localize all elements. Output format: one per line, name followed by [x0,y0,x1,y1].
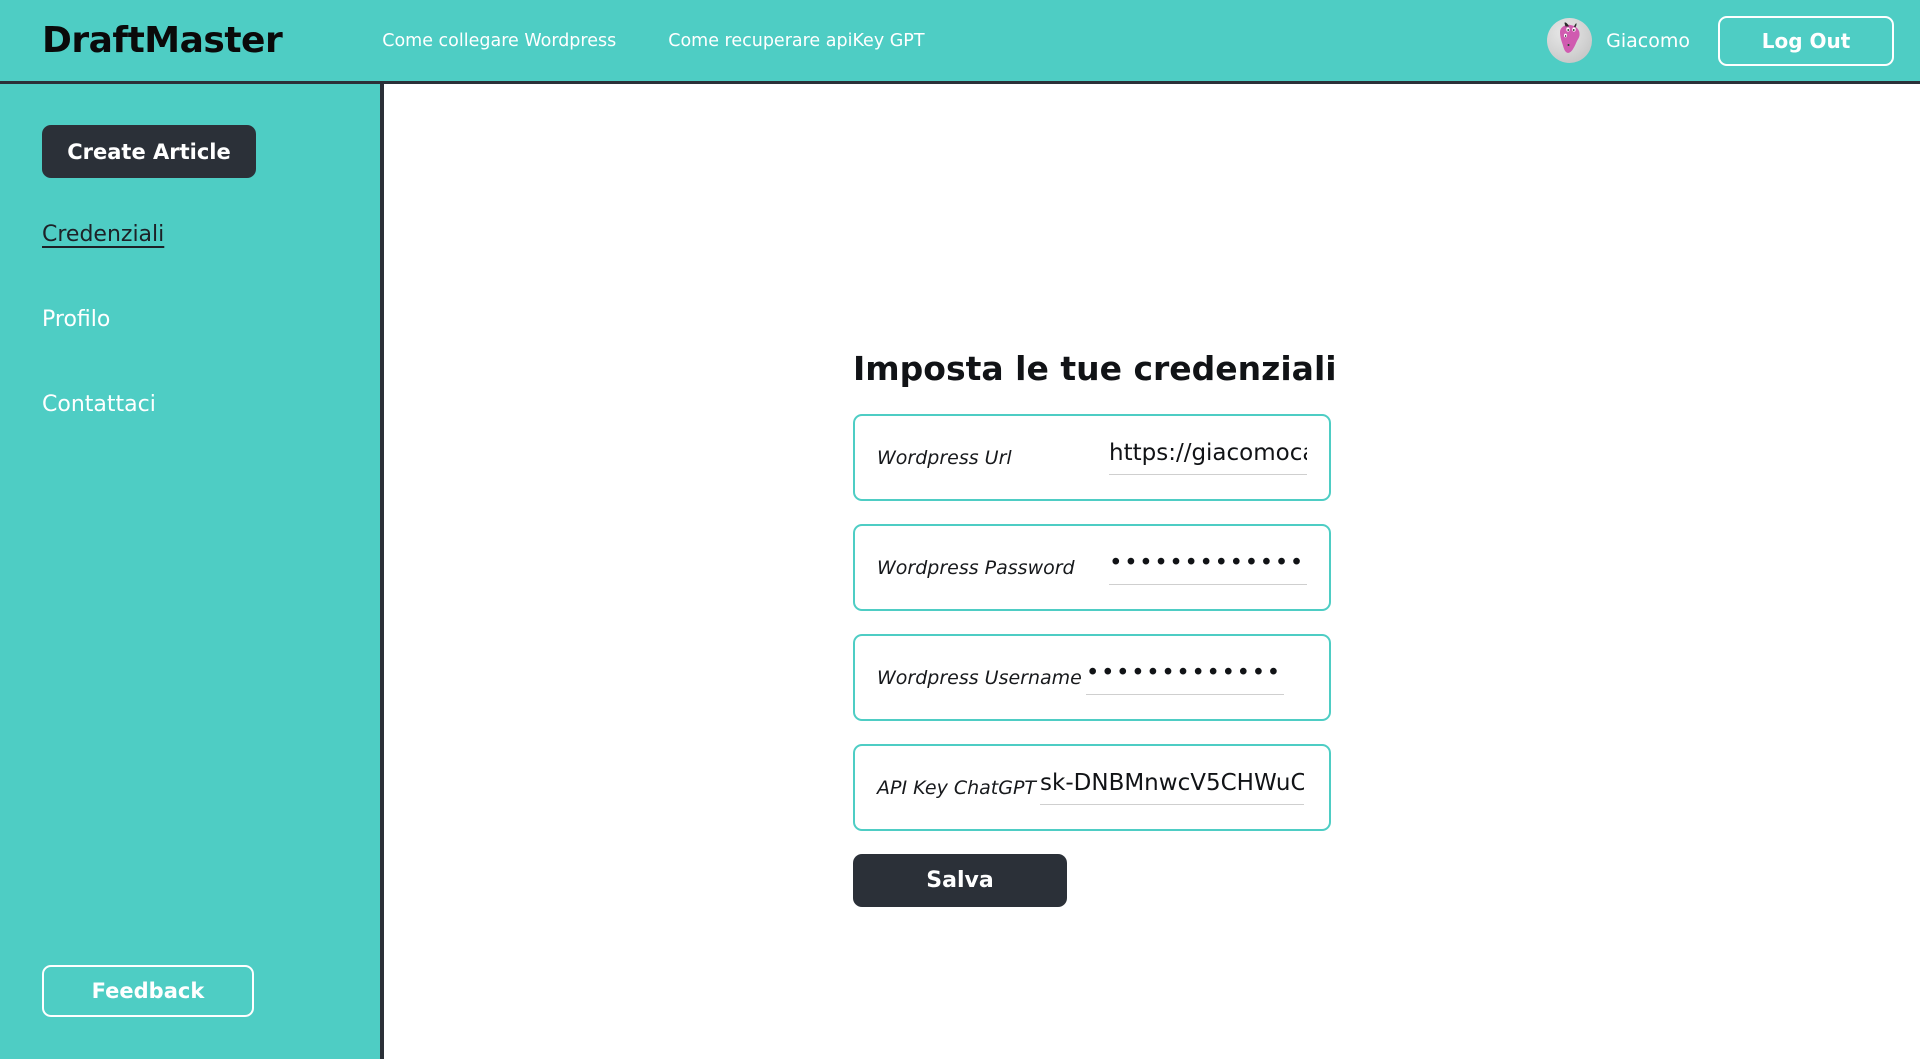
field-label-wordpress-username: Wordpress Username [877,666,1082,689]
logout-button[interactable]: Log Out [1718,15,1894,66]
create-article-button[interactable]: Create Article [42,125,256,178]
field-wordpress-password[interactable]: Wordpress Password •••••••••••••••••••••… [853,524,1331,611]
field-input-wrap-wordpress-url[interactable]: https://giacomocasolo.i [1109,440,1307,475]
field-input-wrap-wordpress-password[interactable]: •••••••••••••••••••••••••••• [1109,550,1307,585]
wordpress-url-input[interactable]: https://giacomocasolo.i [1109,440,1307,466]
field-wordpress-url[interactable]: Wordpress Url https://giacomocasolo.i [853,414,1331,501]
field-label-wordpress-password: Wordpress Password [877,556,1075,579]
app-logo: DraftMaster [42,20,283,61]
main-content: Imposta le tue credenziali Wordpress Url… [388,84,1920,1059]
feedback-button[interactable]: Feedback [42,965,254,1017]
field-input-wrap-api-key-chatgpt[interactable]: sk-DNBMnwcV5CHWuC [1040,770,1305,805]
user-avatar-icon[interactable] [1547,18,1593,63]
save-button[interactable]: Salva [853,854,1067,907]
sidebar: Create Article Credenziali Profilo Conta… [0,84,384,1059]
nav-link-come-recuperare-apikey-gpt[interactable]: Come recuperare apiKey GPT [668,31,924,51]
field-input-wrap-wordpress-username[interactable]: ••••••••••••• [1085,660,1284,695]
wordpress-password-input[interactable]: •••••••••••••••••••••••••••• [1109,550,1307,576]
credentials-form: Imposta le tue credenziali Wordpress Url… [853,349,1337,907]
api-key-chatgpt-input[interactable]: sk-DNBMnwcV5CHWuC [1040,770,1304,796]
header-user-area: Giacomo Log Out [1547,0,1920,81]
user-name-label: Giacomo [1606,29,1690,52]
field-label-wordpress-url: Wordpress Url [877,446,1012,469]
nav-link-come-collegare-wordpress[interactable]: Come collegare Wordpress [382,31,616,51]
sidebar-item-credenziali[interactable]: Credenziali [42,222,164,307]
wordpress-username-input[interactable]: ••••••••••••• [1086,660,1284,686]
sidebar-item-contattaci[interactable]: Contattaci [42,392,156,477]
sidebar-nav: Credenziali Profilo Contattaci [0,222,380,477]
app-header: DraftMaster Come collegare Wordpress Com… [0,0,1920,84]
sidebar-item-profilo[interactable]: Profilo [42,307,110,392]
field-label-api-key-chatgpt: API Key ChatGPT [877,776,1037,799]
header-nav: Come collegare Wordpress Come recuperare… [382,31,924,51]
field-wordpress-username[interactable]: Wordpress Username ••••••••••••• [853,634,1331,721]
field-api-key-chatgpt[interactable]: API Key ChatGPT sk-DNBMnwcV5CHWuC [853,744,1331,831]
page-title: Imposta le tue credenziali [853,349,1337,388]
